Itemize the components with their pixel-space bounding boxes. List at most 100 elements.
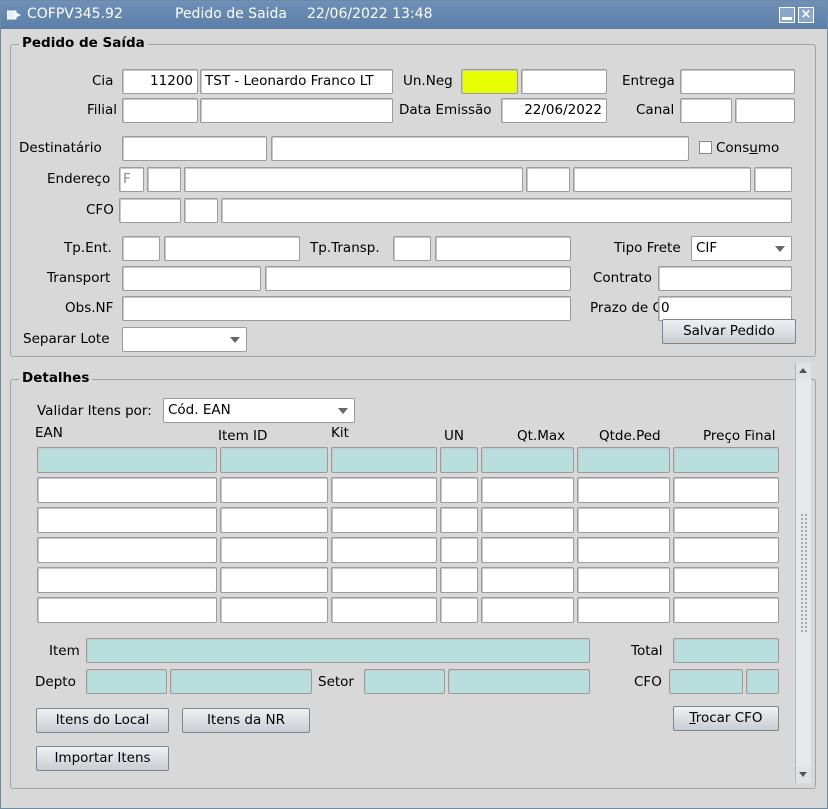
canal-desc-field[interactable] — [735, 98, 795, 123]
validar-label: Validar Itens por: — [37, 403, 152, 419]
prazo-cd-field[interactable]: 0 — [658, 296, 792, 321]
entrega-field[interactable] — [680, 69, 795, 94]
destinatario-name-field[interactable] — [271, 136, 689, 161]
cfo-desc-field[interactable] — [221, 198, 792, 223]
grid-cell[interactable] — [673, 567, 779, 593]
data-emissao-field[interactable]: 22/06/2022 — [501, 98, 607, 123]
grid-cell[interactable] — [673, 597, 779, 623]
total-field[interactable] — [673, 638, 779, 663]
cfo-item-seq-field[interactable] — [746, 669, 779, 694]
grid-cell[interactable] — [577, 567, 670, 593]
grid-cell[interactable] — [440, 597, 478, 623]
grid-cell[interactable] — [481, 447, 574, 473]
transport-code-field[interactable] — [122, 266, 261, 291]
detalhes-scrollbar[interactable] — [795, 363, 811, 783]
grid-cell[interactable] — [37, 477, 217, 503]
minimize-icon[interactable] — [779, 7, 795, 23]
total-label: Total — [631, 643, 663, 659]
cfo-seq-field[interactable] — [184, 198, 218, 223]
grid-cell[interactable] — [577, 597, 670, 623]
trocar-cfo-button[interactable]: Trocar CFO — [673, 706, 779, 731]
endereco-street-field[interactable] — [184, 167, 523, 192]
separar-lote-select[interactable] — [122, 327, 247, 352]
canal-code-field[interactable] — [680, 98, 732, 123]
grid-cell[interactable] — [440, 477, 478, 503]
grid-cell[interactable] — [220, 507, 328, 533]
grid-cell[interactable] — [481, 567, 574, 593]
endereco-uf-field[interactable] — [754, 167, 792, 192]
grid-cell[interactable] — [481, 537, 574, 563]
grid-cell[interactable] — [37, 447, 217, 473]
endereco-type-field[interactable]: F — [119, 167, 144, 192]
cia-name-field[interactable]: TST - Leonardo Franco LT — [200, 69, 393, 94]
grid-cell[interactable] — [481, 507, 574, 533]
itens-da-nr-button[interactable]: Itens da NR — [182, 708, 310, 733]
scroll-down-icon[interactable] — [796, 767, 811, 783]
cfo-item-code-field[interactable] — [669, 669, 743, 694]
obsnf-field[interactable] — [122, 296, 571, 321]
unneg-field[interactable] — [461, 69, 518, 94]
filial-name-field[interactable] — [200, 98, 393, 123]
grid-cell[interactable] — [331, 447, 437, 473]
grid-cell[interactable] — [220, 567, 328, 593]
grid-cell[interactable] — [37, 537, 217, 563]
grid-cell[interactable] — [37, 567, 217, 593]
salvar-pedido-button[interactable]: Salvar Pedido — [662, 319, 796, 344]
endereco-num-field[interactable] — [147, 167, 181, 192]
grid-cell[interactable] — [220, 477, 328, 503]
grid-cell[interactable] — [673, 507, 779, 533]
transport-name-field[interactable] — [265, 266, 571, 291]
contrato-field[interactable] — [658, 266, 792, 291]
consumo-checkbox[interactable] — [699, 141, 712, 154]
grid-cell[interactable] — [673, 537, 779, 563]
grid-cell[interactable] — [577, 447, 670, 473]
grid-cell[interactable] — [577, 507, 670, 533]
grid-cell[interactable] — [331, 537, 437, 563]
item-desc-field[interactable] — [86, 638, 590, 663]
tptransp-code-field[interactable] — [393, 236, 431, 261]
grid-cell[interactable] — [37, 507, 217, 533]
scroll-up-icon[interactable] — [796, 363, 811, 379]
tipo-frete-select[interactable]: CIF — [691, 236, 792, 261]
grid-cell[interactable] — [220, 447, 328, 473]
endereco-compl-field[interactable] — [526, 167, 570, 192]
close-icon[interactable]: × — [798, 7, 814, 23]
grid-cell[interactable] — [673, 477, 779, 503]
scroll-grip[interactable] — [800, 513, 808, 633]
setor-desc-field[interactable] — [448, 669, 590, 694]
grid-cell[interactable] — [481, 477, 574, 503]
unneg-label: Un.Neg — [403, 73, 453, 89]
itens-do-local-button[interactable]: Itens do Local — [36, 708, 169, 733]
grid-cell[interactable] — [440, 447, 478, 473]
grid-cell[interactable] — [577, 477, 670, 503]
consumo-label: Consumo — [716, 140, 780, 156]
grid-cell[interactable] — [220, 537, 328, 563]
tptransp-label: Tp.Transp. — [310, 240, 380, 256]
grid-cell[interactable] — [577, 537, 670, 563]
grid-cell[interactable] — [440, 567, 478, 593]
depto-desc-field[interactable] — [170, 669, 312, 694]
setor-code-field[interactable] — [364, 669, 445, 694]
grid-cell[interactable] — [331, 477, 437, 503]
destinatario-code-field[interactable] — [122, 136, 267, 161]
grid-cell[interactable] — [331, 507, 437, 533]
grid-cell[interactable] — [440, 507, 478, 533]
validar-select[interactable]: Cód. EAN — [163, 398, 355, 423]
unneg-desc-field[interactable] — [521, 69, 607, 94]
importar-itens-button[interactable]: Importar Itens — [36, 746, 169, 771]
grid-cell[interactable] — [220, 597, 328, 623]
grid-cell[interactable] — [331, 597, 437, 623]
grid-cell[interactable] — [481, 597, 574, 623]
tptransp-desc-field[interactable] — [435, 236, 571, 261]
cia-code-field[interactable]: 11200 — [122, 69, 198, 94]
grid-cell[interactable] — [331, 567, 437, 593]
tpent-desc-field[interactable] — [164, 236, 300, 261]
grid-cell[interactable] — [673, 447, 779, 473]
grid-cell[interactable] — [440, 537, 478, 563]
grid-cell[interactable] — [37, 597, 217, 623]
filial-code-field[interactable] — [122, 98, 198, 123]
endereco-city-field[interactable] — [573, 167, 751, 192]
cfo-code-field[interactable] — [119, 198, 181, 223]
tpent-code-field[interactable] — [122, 236, 160, 261]
depto-code-field[interactable] — [86, 669, 167, 694]
